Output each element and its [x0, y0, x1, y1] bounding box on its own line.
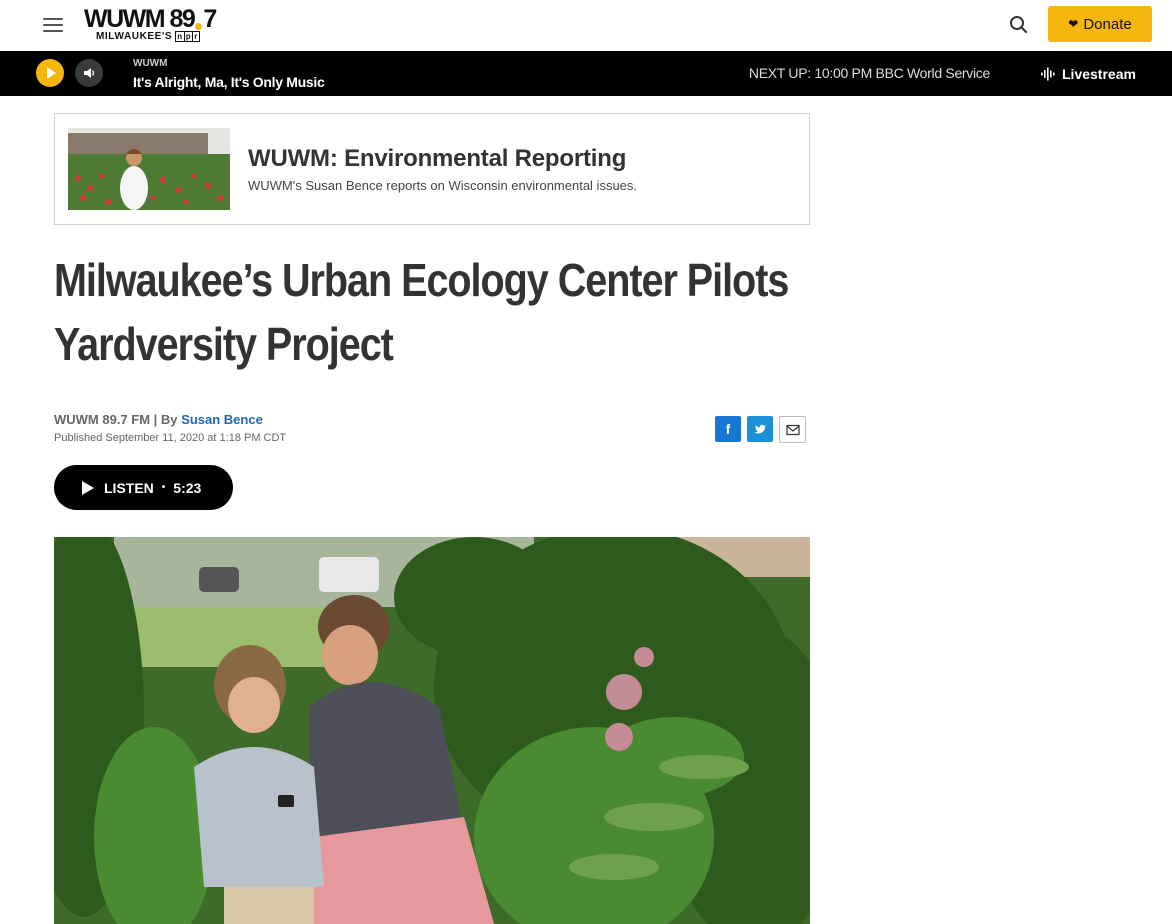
- livestream-button[interactable]: Livestream: [1040, 63, 1150, 85]
- logo-freq-tail: 7: [203, 5, 217, 33]
- waveform-icon: [1041, 67, 1055, 81]
- facebook-share-button[interactable]: f: [715, 416, 741, 442]
- volume-icon[interactable]: [75, 59, 103, 87]
- logo-dot: [195, 23, 203, 30]
- program-image: [68, 128, 230, 210]
- listen-separator: •: [161, 482, 166, 493]
- article-headline: Milwaukee’s Urban Ecology Center Pilots …: [54, 254, 789, 370]
- npr-logo: npr: [175, 31, 200, 42]
- program-title[interactable]: WUWM: Environmental Reporting: [248, 145, 626, 173]
- author-link[interactable]: Susan Bence: [181, 412, 263, 427]
- logo-subtitle: MILWAUKEE'S: [96, 31, 173, 43]
- audio-player-bar: WUWM It's Alright, Ma, It's Only Music N…: [0, 51, 1172, 96]
- logo-text: WUWM 89: [84, 5, 196, 33]
- play-icon: [82, 480, 94, 495]
- publish-date: Published September 11, 2020 at 1:18 PM …: [54, 432, 287, 444]
- menu-icon[interactable]: [41, 14, 65, 36]
- player-show-title: It's Alright, Ma, It's Only Music: [133, 74, 325, 90]
- twitter-share-button[interactable]: [747, 416, 773, 442]
- email-share-button[interactable]: [779, 416, 806, 443]
- listen-button[interactable]: LISTEN • 5:23: [54, 465, 233, 510]
- twitter-icon: [754, 424, 766, 434]
- heart-icon: ❤: [1068, 17, 1079, 31]
- byline-source: WUWM 89.7 FM | By: [54, 412, 182, 427]
- listen-label: LISTEN: [104, 479, 154, 496]
- article-main-photo: [54, 537, 810, 924]
- listen-duration: 5:23: [173, 479, 202, 496]
- program-card[interactable]: WUWM: Environmental Reporting WUWM's Sus…: [54, 113, 810, 225]
- email-icon: [785, 424, 800, 435]
- site-logo[interactable]: WUWM 89 7 MILWAUKEE'S n p r: [84, 6, 244, 46]
- donate-label: Donate: [1083, 15, 1132, 33]
- donate-button[interactable]: ❤ Donate: [1048, 6, 1152, 42]
- play-icon[interactable]: [36, 59, 64, 87]
- search-icon[interactable]: [1006, 12, 1032, 38]
- player-station: WUWM: [133, 58, 168, 69]
- livestream-label: Livestream: [1062, 66, 1136, 82]
- facebook-icon: f: [725, 421, 731, 437]
- program-description: WUWM's Susan Bence reports on Wisconsin …: [248, 178, 638, 193]
- byline: WUWM 89.7 FM | By Susan Bence: [54, 412, 263, 427]
- site-header: WUWM 89 7 MILWAUKEE'S n p r ❤ Donate: [0, 0, 1172, 51]
- next-up-text: NEXT UP: 10:00 PM BBC World Service: [748, 65, 990, 81]
